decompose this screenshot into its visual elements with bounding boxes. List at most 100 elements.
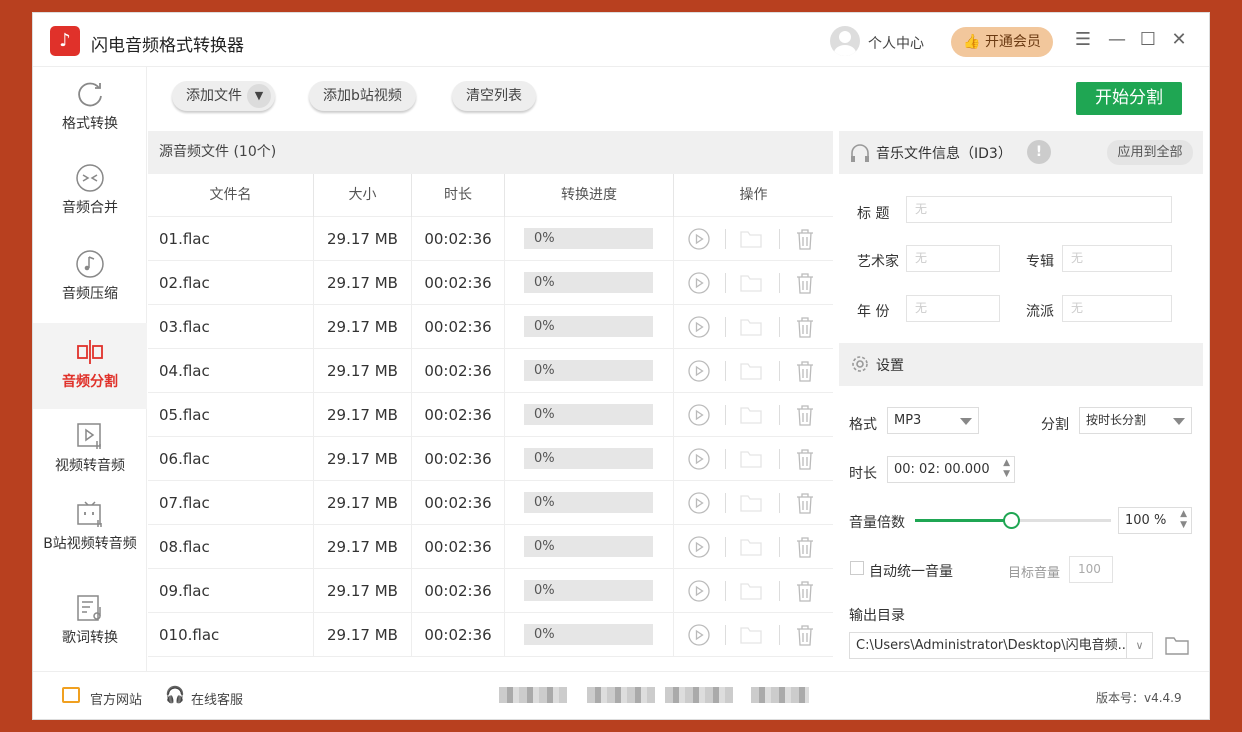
- volume-slider-fill: [915, 519, 1012, 522]
- start-split-button[interactable]: 开始分割: [1076, 82, 1182, 115]
- file-duration-cell: 00:02:36: [412, 613, 505, 657]
- trash-icon[interactable]: [793, 492, 817, 514]
- duration-spinner[interactable]: 00: 02: 00.000 ▲ ▼: [887, 456, 1015, 483]
- user-center-link[interactable]: 个人中心: [868, 33, 924, 53]
- folder-icon[interactable]: [739, 536, 763, 558]
- table-row[interactable]: 09.flac 29.17 MB 00:02:36 0%: [148, 569, 833, 613]
- format-select[interactable]: MP3: [887, 407, 979, 434]
- play-icon[interactable]: [687, 536, 711, 558]
- sidebar-item-audio-merge[interactable]: 音频合并: [33, 163, 147, 233]
- trash-icon[interactable]: [793, 272, 817, 294]
- volume-slider[interactable]: [915, 512, 1111, 529]
- play-icon[interactable]: [687, 272, 711, 294]
- id3-title-field[interactable]: 无: [906, 196, 1172, 223]
- volume-spinner[interactable]: 100 % ▲ ▼: [1118, 507, 1192, 534]
- trash-icon[interactable]: [793, 404, 817, 426]
- thumb-up-icon: 👍: [963, 34, 981, 50]
- vip-button[interactable]: 👍 开通会员: [951, 27, 1053, 57]
- folder-icon[interactable]: [739, 404, 763, 426]
- play-icon[interactable]: [687, 448, 711, 470]
- play-icon[interactable]: [687, 492, 711, 514]
- add-file-button[interactable]: 添加文件 ▼: [172, 81, 275, 111]
- column-header-progress: 转换进度: [505, 174, 674, 217]
- chevron-down-icon: [960, 418, 972, 425]
- table-row[interactable]: 01.flac 29.17 MB 00:02:36 0%: [148, 217, 833, 261]
- progress-bar: 0%: [524, 624, 653, 645]
- play-icon[interactable]: [687, 624, 711, 646]
- table-row[interactable]: 02.flac 29.17 MB 00:02:36 0%: [148, 261, 833, 305]
- clear-list-button[interactable]: 清空列表: [452, 81, 536, 111]
- website-link[interactable]: 官方网站: [90, 689, 142, 708]
- maximize-icon[interactable]: ☐: [1136, 28, 1160, 52]
- trash-icon[interactable]: [793, 536, 817, 558]
- play-icon[interactable]: [687, 404, 711, 426]
- sidebar-item-format-convert[interactable]: 格式转换: [33, 79, 147, 149]
- apply-all-button[interactable]: 应用到全部: [1107, 140, 1193, 165]
- chevron-down-icon[interactable]: ▼: [247, 84, 271, 108]
- output-dir-select[interactable]: C:\Users\Administrator\Desktop\闪电音频... ∨: [849, 632, 1153, 659]
- progress-bar: 0%: [524, 228, 653, 249]
- play-icon[interactable]: [687, 580, 711, 602]
- file-size-cell: 29.17 MB: [314, 613, 412, 657]
- folder-icon[interactable]: [1164, 634, 1190, 656]
- table-row[interactable]: 05.flac 29.17 MB 00:02:36 0%: [148, 393, 833, 437]
- id3-genre-label: 流派: [1026, 304, 1054, 320]
- divider: [725, 449, 726, 469]
- split-mode-select[interactable]: 按时长分割: [1079, 407, 1192, 434]
- folder-icon[interactable]: [739, 360, 763, 382]
- sidebar-item-bili-to-audio[interactable]: B站视频转音频: [33, 499, 147, 589]
- target-volume-label: 目标音量: [1008, 566, 1061, 581]
- info-icon[interactable]: !: [1027, 140, 1051, 164]
- sidebar-item-audio-split[interactable]: 音频分割: [33, 323, 147, 409]
- table-row[interactable]: 06.flac 29.17 MB 00:02:36 0%: [148, 437, 833, 481]
- target-volume-field[interactable]: 100: [1069, 556, 1113, 583]
- headphones-icon: [851, 144, 869, 162]
- trash-icon[interactable]: [793, 228, 817, 250]
- play-icon[interactable]: [687, 228, 711, 250]
- folder-icon[interactable]: [739, 228, 763, 250]
- auto-volume-checkbox[interactable]: [850, 561, 864, 575]
- table-row[interactable]: 04.flac 29.17 MB 00:02:36 0%: [148, 349, 833, 393]
- trash-icon[interactable]: [793, 624, 817, 646]
- sidebar-item-lyrics-convert[interactable]: 歌词转换: [33, 593, 147, 663]
- spinner-arrows-icon[interactable]: ▲ ▼: [1003, 458, 1010, 480]
- folder-icon[interactable]: [739, 624, 763, 646]
- sidebar-item-audio-compress[interactable]: 音频压缩: [33, 249, 147, 319]
- divider: [779, 405, 780, 425]
- trash-icon[interactable]: [793, 316, 817, 338]
- close-icon[interactable]: ✕: [1167, 28, 1191, 52]
- folder-icon[interactable]: [739, 316, 763, 338]
- menu-icon[interactable]: ☰: [1071, 28, 1095, 52]
- add-bili-video-button[interactable]: 添加b站视频: [309, 81, 416, 111]
- folder-icon[interactable]: [739, 492, 763, 514]
- id3-artist-field[interactable]: 无: [906, 245, 1000, 272]
- chevron-down-icon[interactable]: ∨: [1126, 633, 1152, 658]
- app-logo-icon: ♪: [50, 26, 80, 56]
- sidebar-item-video-to-audio[interactable]: 视频转音频: [33, 421, 147, 491]
- table-row[interactable]: 010.flac 29.17 MB 00:02:36 0%: [148, 613, 833, 657]
- headset-icon: 🎧: [165, 685, 185, 704]
- volume-slider-handle[interactable]: [1003, 512, 1021, 529]
- table-row[interactable]: 07.flac 29.17 MB 00:02:36 0%: [148, 481, 833, 525]
- folder-icon[interactable]: [739, 272, 763, 294]
- id3-artist-label: 艺术家: [857, 254, 899, 270]
- spinner-arrows-icon[interactable]: ▲ ▼: [1180, 509, 1187, 531]
- play-icon[interactable]: [687, 316, 711, 338]
- table-row[interactable]: 08.flac 29.17 MB 00:02:36 0%: [148, 525, 833, 569]
- version-label: 版本号：v4.4.9: [1096, 691, 1182, 705]
- play-icon[interactable]: [687, 360, 711, 382]
- id3-album-field[interactable]: 无: [1062, 245, 1172, 272]
- avatar[interactable]: [830, 26, 860, 56]
- trash-icon[interactable]: [793, 448, 817, 470]
- music-note-icon: [76, 250, 104, 278]
- trash-icon[interactable]: [793, 580, 817, 602]
- support-link[interactable]: 在线客服: [191, 689, 243, 708]
- split-icon: [77, 340, 103, 364]
- table-row[interactable]: 03.flac 29.17 MB 00:02:36 0%: [148, 305, 833, 349]
- minimize-icon[interactable]: —: [1105, 28, 1129, 52]
- folder-icon[interactable]: [739, 580, 763, 602]
- trash-icon[interactable]: [793, 360, 817, 382]
- id3-year-field[interactable]: 无: [906, 295, 1000, 322]
- folder-icon[interactable]: [739, 448, 763, 470]
- id3-genre-field[interactable]: 无: [1062, 295, 1172, 322]
